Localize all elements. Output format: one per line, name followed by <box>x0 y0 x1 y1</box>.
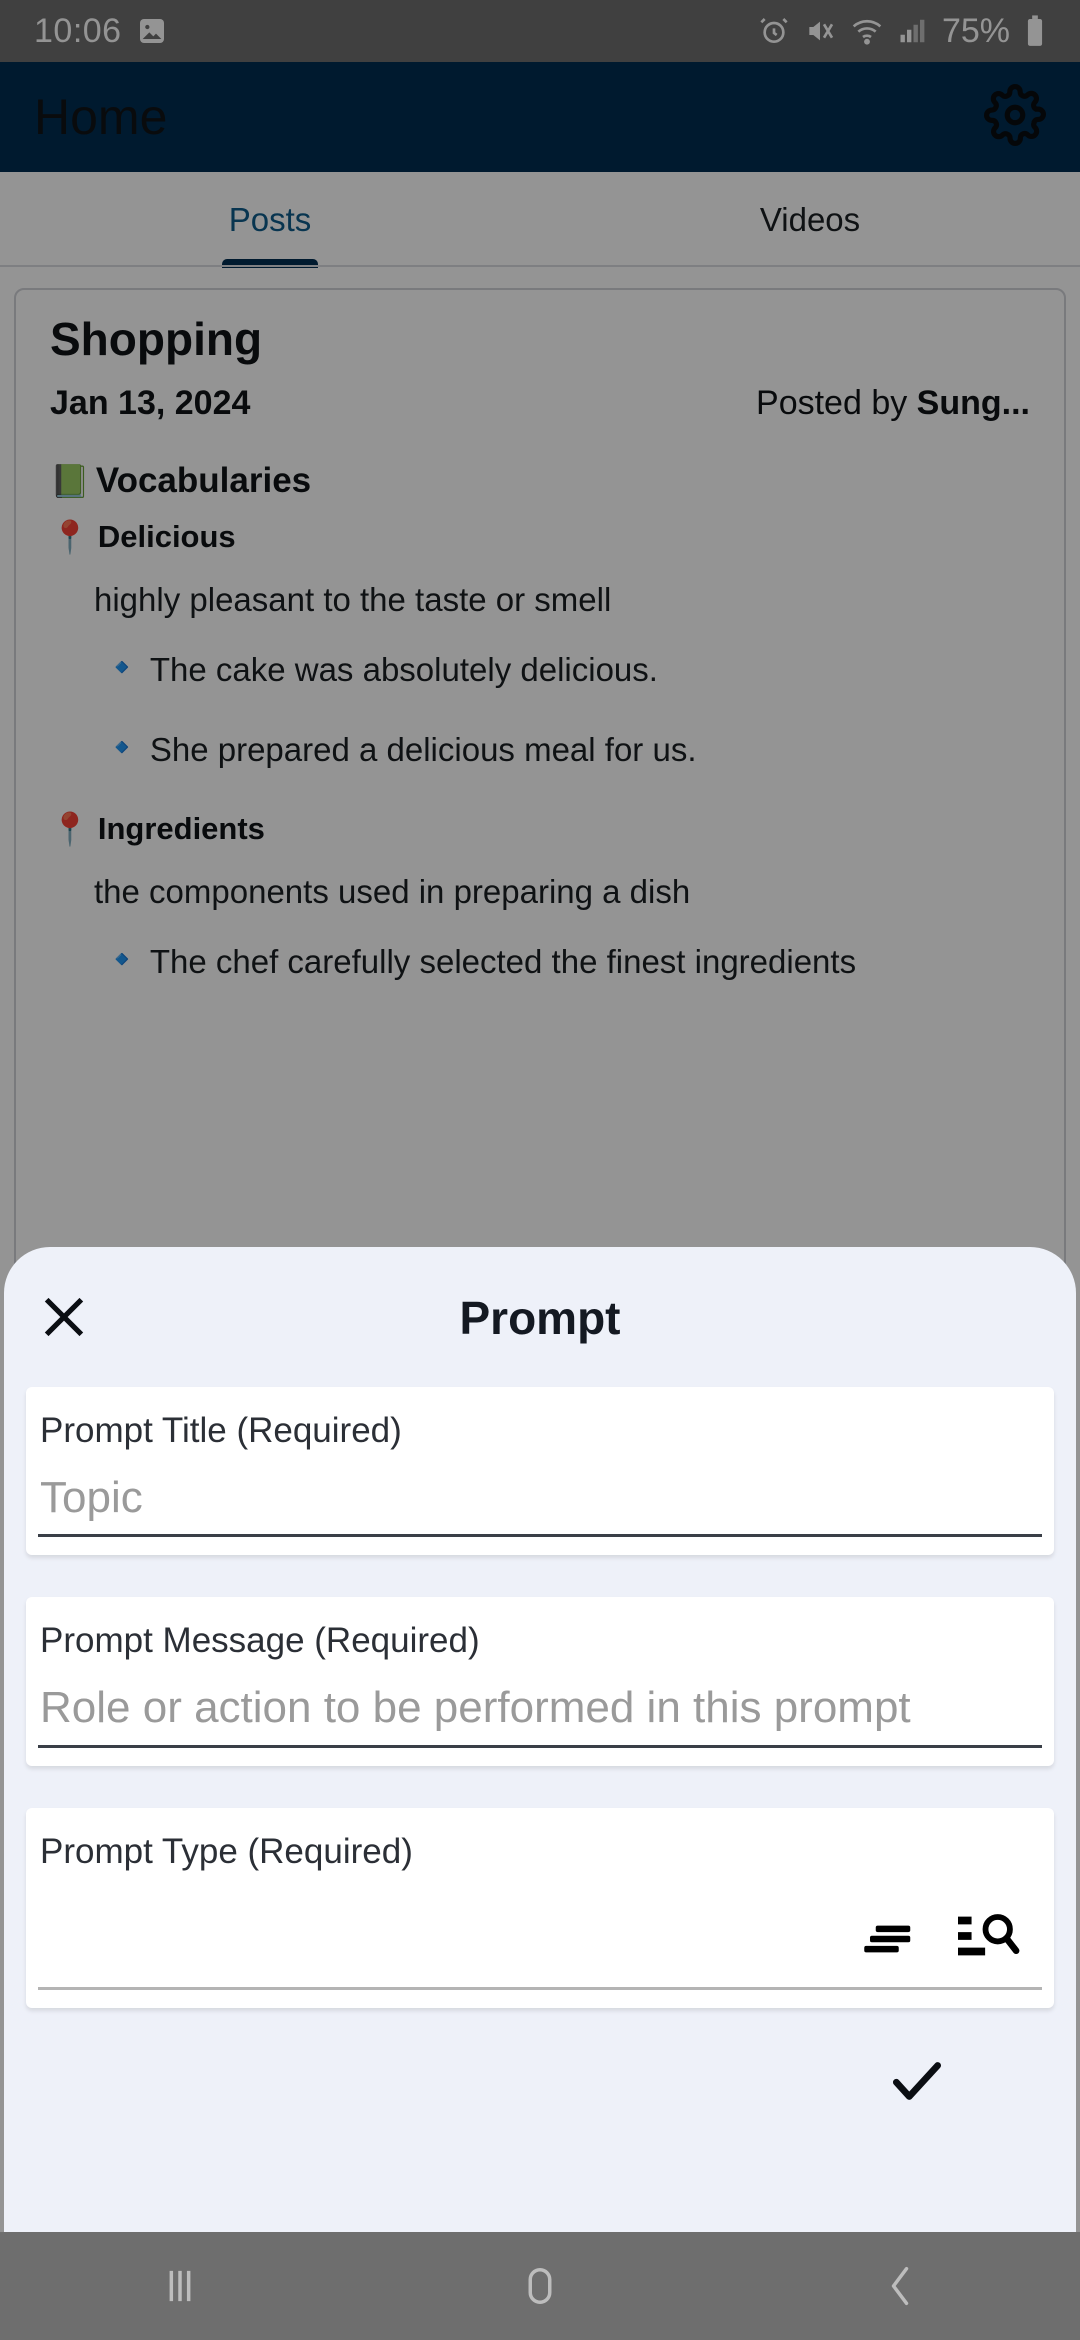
prompt-type-input[interactable] <box>38 1894 1042 1990</box>
sheet-header: Prompt <box>4 1247 1076 1387</box>
recents-icon[interactable] <box>0 2260 360 2312</box>
sheet-title: Prompt <box>459 1292 621 1344</box>
confirm-row <box>4 2008 1076 2120</box>
prompt-title-field[interactable]: Prompt Title (Required) Topic <box>26 1387 1054 1556</box>
prompt-title-input[interactable]: Topic <box>38 1473 1042 1538</box>
prompt-message-field[interactable]: Prompt Message (Required) Role or action… <box>26 1597 1054 1766</box>
prompt-message-label: Prompt Message (Required) <box>40 1621 480 1661</box>
prompt-title-label: Prompt Title (Required) <box>40 1411 402 1450</box>
prompt-type-field[interactable]: Prompt Type (Required) <box>26 1807 1054 2008</box>
prompt-message-input[interactable]: Role or action to be performed in this p… <box>38 1683 1042 1748</box>
list-search-icon[interactable] <box>958 1910 1020 1972</box>
back-icon[interactable] <box>720 2260 1080 2312</box>
prompt-type-label: Prompt Type (Required) <box>40 1831 413 1871</box>
navigation-bar <box>0 2232 1080 2340</box>
check-icon[interactable] <box>878 2042 956 2120</box>
sort-lines-icon[interactable] <box>864 1916 922 1972</box>
home-icon[interactable] <box>360 2260 720 2312</box>
prompt-bottom-sheet: Prompt Prompt Title (Required) Topic Pro… <box>4 1247 1076 2232</box>
